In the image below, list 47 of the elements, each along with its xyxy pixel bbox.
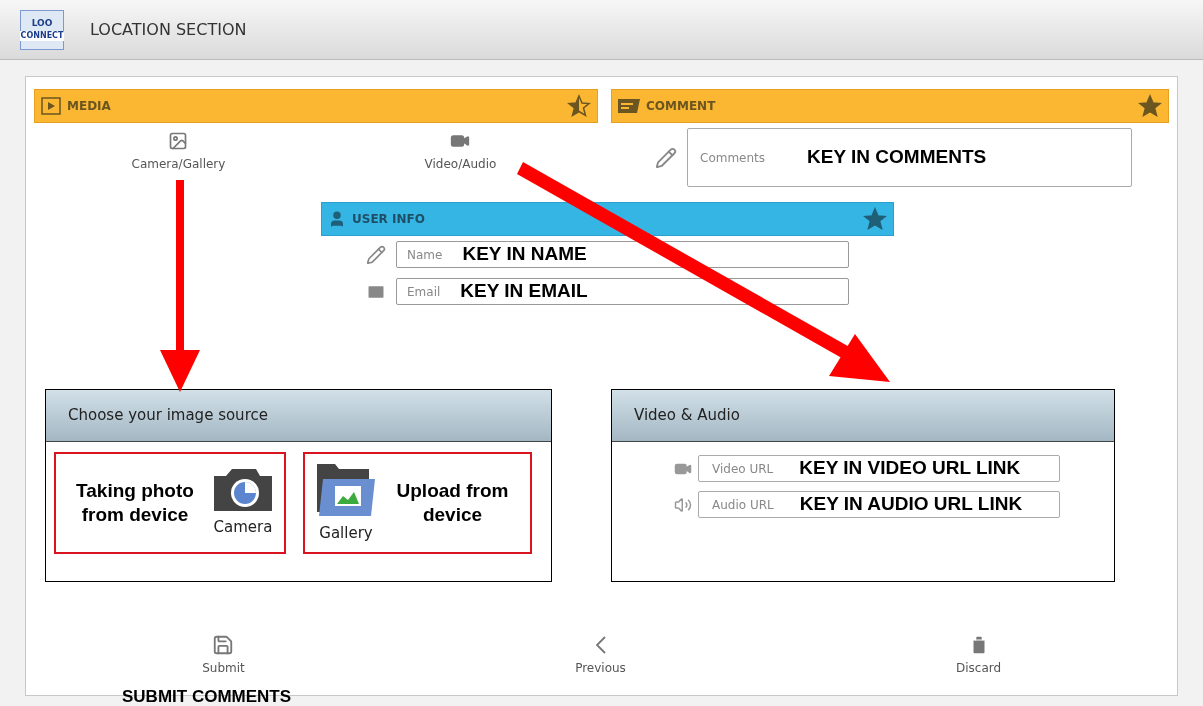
annotation-text: KEY IN AUDIO URL LINK xyxy=(799,492,1023,517)
field-label: Comments xyxy=(700,149,766,167)
toolbar-button[interactable]: Previous xyxy=(575,634,626,677)
pencil-icon xyxy=(655,146,677,169)
save-icon xyxy=(212,634,235,656)
image-source-option[interactable]: Gallery Upload from device xyxy=(303,452,532,554)
field-label: Name xyxy=(407,246,443,264)
comments-field[interactable]: Comments KEY IN COMMENTS xyxy=(687,128,1132,187)
back-icon xyxy=(595,636,606,654)
image-source-option[interactable]: Camera Taking photo from device xyxy=(54,452,286,554)
url-field[interactable]: Audio URL KEY IN AUDIO URL LINK xyxy=(698,491,1060,518)
image-icon xyxy=(168,131,189,151)
toolbar-button[interactable]: Submit xyxy=(202,634,245,677)
annotation-text: Taking photo from device xyxy=(75,479,195,527)
annotation-text: Upload from device xyxy=(395,479,510,527)
play-icon xyxy=(41,97,61,115)
speaker-icon xyxy=(674,495,692,514)
comment-icon xyxy=(618,99,640,113)
field-label: Video URL xyxy=(712,460,774,478)
field-label: Email xyxy=(407,283,441,301)
media-button[interactable]: Video/Audio xyxy=(424,131,497,173)
field-label: Audio URL xyxy=(712,496,774,514)
toolbar-button[interactable]: Discard xyxy=(955,634,1002,677)
dialog-title: Choose your image source xyxy=(68,405,268,427)
media-button[interactable]: Camera/Gallery xyxy=(131,131,226,173)
person-icon xyxy=(328,210,346,228)
star-icon[interactable] xyxy=(1138,94,1162,118)
window-title: LOCATION SECTION xyxy=(90,18,247,41)
pencil-icon xyxy=(366,244,386,265)
star-icon[interactable] xyxy=(863,207,887,231)
annotation-text: KEY IN NAME xyxy=(462,242,587,267)
text-field[interactable]: Name KEY IN NAME xyxy=(396,241,849,268)
half-star-icon[interactable] xyxy=(567,94,591,118)
logo-text: LOO xyxy=(31,18,53,28)
logo-text: CONNECT xyxy=(19,30,65,41)
section-title: USER INFO xyxy=(352,211,425,228)
annotation-text: KEY IN EMAIL xyxy=(460,279,588,304)
annotation-text: KEY IN COMMENTS xyxy=(807,145,987,170)
section-title: MEDIA xyxy=(67,98,111,115)
annotation-text: KEY IN VIDEO URL LINK xyxy=(799,456,1021,481)
annotation-text: SUBMIT COMMENTS xyxy=(122,687,292,706)
text-field[interactable]: Email KEY IN EMAIL xyxy=(396,278,849,305)
section-title: COMMENT xyxy=(646,98,716,115)
url-field[interactable]: Video URL KEY IN VIDEO URL LINK xyxy=(698,455,1060,482)
dialog-title: Video & Audio xyxy=(634,405,740,427)
gallery-folder-icon xyxy=(315,461,377,518)
camera-icon xyxy=(212,467,274,512)
